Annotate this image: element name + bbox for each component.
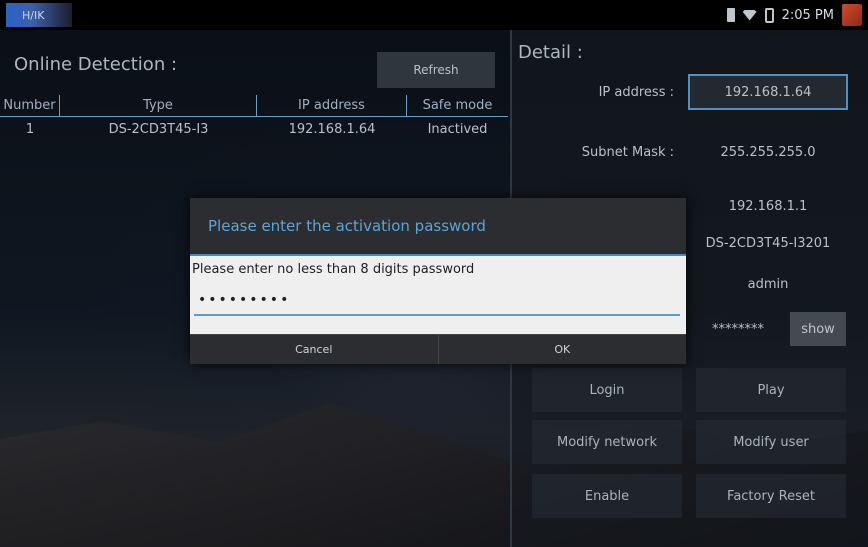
column-header-number[interactable]: Number (0, 95, 60, 116)
app-shortcut-icon[interactable] (842, 4, 862, 26)
app-badge: H/IK (6, 3, 72, 27)
modify-user-button[interactable]: Modify user (696, 420, 846, 464)
ok-button[interactable]: OK (437, 335, 687, 364)
ip-address-field[interactable]: 192.168.1.64 (688, 74, 848, 110)
activation-dialog: Please enter the activation password Ple… (190, 198, 686, 364)
refresh-button[interactable]: Refresh (377, 52, 495, 88)
dialog-title: Please enter the activation password (190, 198, 686, 256)
battery-icon (764, 7, 774, 23)
dialog-message: Please enter no less than 8 digits passw… (192, 262, 475, 277)
cell-ip: 192.168.1.64 (288, 121, 376, 137)
cancel-button[interactable]: Cancel (190, 335, 438, 364)
dialog-button-bar: Cancel OK (190, 334, 686, 364)
ip-address-label: IP address : (598, 84, 674, 100)
gateway-field[interactable]: 192.168.1.1 (688, 188, 848, 224)
column-header-ip[interactable]: IP address (257, 95, 407, 116)
online-detection-title: Online Detection : (14, 54, 178, 75)
activation-password-input[interactable]: ••••••••• (194, 286, 680, 316)
subnet-mask-field[interactable]: 255.255.255.0 (688, 134, 848, 170)
table-row[interactable]: 1 DS-2CD3T45-I3 192.168.1.64 Inactived (0, 118, 508, 140)
modify-network-button[interactable]: Modify network (532, 420, 682, 464)
status-bar: H/IK 2:05 PM (0, 0, 868, 30)
username-field[interactable]: admin (688, 266, 848, 302)
sd-card-icon (726, 8, 735, 22)
column-header-safe-mode[interactable]: Safe mode (407, 95, 508, 116)
wifi-icon (742, 9, 757, 21)
clock-time: 2:05 PM (781, 7, 834, 23)
play-button[interactable]: Play (696, 368, 846, 412)
dialog-body: Please enter no less than 8 digits passw… (190, 256, 686, 334)
show-password-button[interactable]: show (790, 312, 846, 346)
login-button[interactable]: Login (532, 368, 682, 412)
column-header-type[interactable]: Type (60, 95, 257, 116)
status-indicators: 2:05 PM (726, 0, 862, 30)
factory-reset-button[interactable]: Factory Reset (696, 474, 846, 518)
subnet-mask-label: Subnet Mask : (581, 144, 674, 160)
enable-button[interactable]: Enable (532, 474, 682, 518)
cell-number: 1 (25, 121, 35, 137)
device-name-field[interactable]: DS-2CD3T45-I3201 (688, 225, 848, 261)
device-password-field[interactable]: ******** (688, 311, 788, 347)
cell-type: DS-2CD3T45-I3 (108, 121, 209, 137)
device-table-header: Number Type IP address Safe mode (0, 95, 508, 117)
cell-safe-mode: Inactived (427, 121, 488, 137)
app-name: H/IK (22, 8, 45, 22)
detail-title: Detail : (518, 42, 583, 63)
